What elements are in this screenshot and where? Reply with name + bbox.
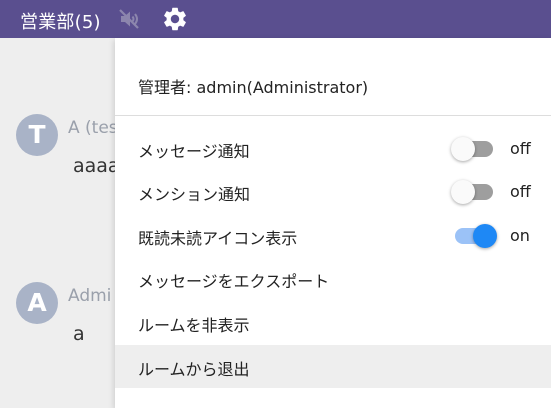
- toggle-state-label: off: [510, 182, 531, 201]
- menu-item-label: メッセージ通知: [138, 142, 250, 161]
- toggle-state-label: on: [510, 226, 530, 245]
- menu-item-leave-room[interactable]: ルームから退出: [115, 345, 551, 388]
- toggle-knob: [473, 224, 497, 248]
- message-text: a: [73, 323, 85, 345]
- message-author: A (tes: [68, 118, 118, 138]
- menu-item-label: ルームを非表示: [138, 316, 250, 335]
- gear-icon[interactable]: [161, 5, 189, 33]
- menu-item-read-status-icon[interactable]: 既読未読アイコン表示 on: [115, 214, 551, 257]
- menu-item-hide-room[interactable]: ルームを非表示: [115, 301, 551, 344]
- message-notification-toggle[interactable]: [451, 137, 501, 161]
- menu-item-mention-notification[interactable]: メンション通知 off: [115, 170, 551, 213]
- room-header: 営業部(5): [0, 0, 551, 38]
- message-text: aaaa: [73, 155, 120, 177]
- room-settings-menu: 管理者: admin(Administrator) メッセージ通知 off メン…: [115, 38, 551, 408]
- toggle-state-label: off: [510, 139, 531, 158]
- menu-item-label: ルームから退出: [138, 360, 250, 379]
- menu-item-message-notification[interactable]: メッセージ通知 off: [115, 127, 551, 170]
- room-admin-info: 管理者: admin(Administrator): [138, 78, 369, 97]
- message-author: Admi: [68, 286, 112, 306]
- mention-notification-toggle[interactable]: [451, 180, 501, 204]
- toggle-knob: [451, 180, 475, 204]
- menu-divider: [115, 115, 551, 116]
- read-status-icon-toggle[interactable]: [451, 224, 501, 248]
- avatar[interactable]: A: [16, 282, 58, 324]
- bell-off-icon[interactable]: [116, 7, 142, 31]
- avatar[interactable]: T: [16, 114, 58, 156]
- room-title: 営業部(5): [20, 12, 101, 33]
- menu-item-label: メッセージをエクスポート: [138, 272, 330, 291]
- menu-item-label: メンション通知: [138, 185, 251, 204]
- toggle-knob: [451, 137, 475, 161]
- menu-item-export-messages[interactable]: メッセージをエクスポート: [115, 257, 551, 300]
- menu-item-label: 既読未読アイコン表示: [138, 229, 298, 248]
